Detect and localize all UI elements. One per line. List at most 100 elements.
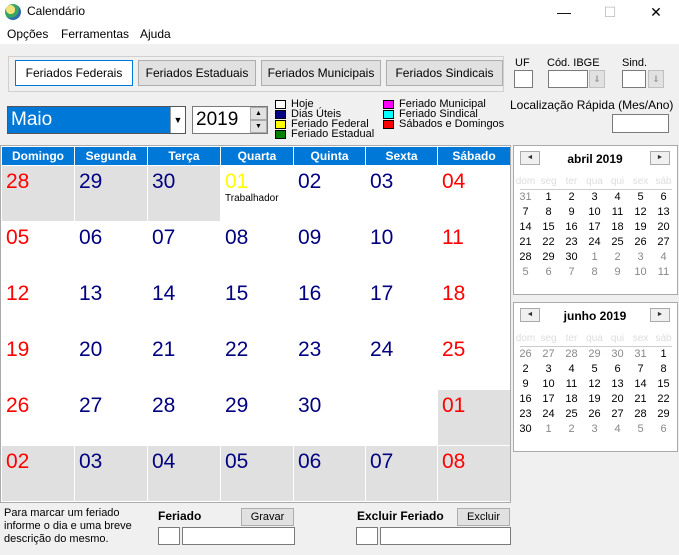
day-cell[interactable]: 05 [221,446,293,501]
mini-day[interactable]: 29 [652,408,675,420]
mini-day[interactable]: 3 [583,191,606,203]
mini-day[interactable]: 31 [514,191,537,203]
day-cell[interactable]: 03 [75,446,147,501]
day-cell[interactable]: 19 [2,334,74,389]
day-cell[interactable]: 16 [294,278,365,333]
mini-day[interactable]: 2 [514,363,537,375]
year-down-button[interactable]: ▼ [250,120,267,133]
day-cell[interactable]: 03 [366,166,437,221]
mini-day[interactable]: 2 [560,191,583,203]
mini-day[interactable]: 11 [560,378,583,390]
mini-day[interactable]: 29 [537,251,560,263]
mini-day[interactable]: 4 [606,191,629,203]
day-cell[interactable]: 25 [438,334,510,389]
mini-day[interactable]: 16 [514,393,537,405]
mini-prev-button[interactable]: ◄ [520,151,540,165]
ibge-lookup-button[interactable]: ⇓ [589,70,605,88]
day-cell[interactable]: 20 [75,334,147,389]
day-cell[interactable]: 14 [148,278,220,333]
mini-day[interactable]: 10 [537,378,560,390]
sind-field[interactable] [622,70,646,88]
ibge-field[interactable] [548,70,588,88]
mini-day[interactable]: 7 [514,206,537,218]
day-cell[interactable]: 04 [438,166,510,221]
day-cell[interactable]: 17 [366,278,437,333]
mini-day[interactable]: 14 [514,221,537,233]
mini-day[interactable]: 15 [652,378,675,390]
mini-day[interactable]: 20 [652,221,675,233]
mini-day[interactable]: 6 [652,423,675,435]
mini-day[interactable]: 16 [560,221,583,233]
mini-day[interactable]: 22 [537,236,560,248]
close-button[interactable]: ✕ [633,0,679,24]
mini-day[interactable]: 27 [652,236,675,248]
mini-day[interactable]: 17 [583,221,606,233]
mini-day[interactable]: 8 [537,206,560,218]
day-cell[interactable]: 22 [221,334,293,389]
mini-day[interactable]: 5 [514,266,537,278]
day-cell[interactable]: 29 [75,166,147,221]
mini-day[interactable]: 28 [629,408,652,420]
day-cell[interactable]: 01 [438,390,510,445]
month-select[interactable]: Maio [7,106,186,134]
mini-day[interactable]: 23 [514,408,537,420]
mini-day[interactable]: 1 [537,191,560,203]
mini-day[interactable]: 24 [583,236,606,248]
chevron-down-icon[interactable]: ▼ [170,107,185,133]
mini-day[interactable]: 18 [606,221,629,233]
mini-day[interactable]: 24 [537,408,560,420]
mini-day[interactable]: 29 [583,348,606,360]
day-cell[interactable]: 31 [366,390,437,445]
mini-day[interactable]: 3 [583,423,606,435]
mini-day[interactable]: 30 [514,423,537,435]
mini-day[interactable]: 2 [560,423,583,435]
day-cell[interactable]: 08 [221,222,293,277]
day-cell[interactable]: 18 [438,278,510,333]
mini-calendar-title[interactable]: junho 2019 [545,309,645,323]
mini-day[interactable]: 6 [606,363,629,375]
day-cell[interactable]: 27 [75,390,147,445]
tab-feriados-sindicais[interactable]: Feriados Sindicais [386,60,503,86]
mini-day[interactable]: 2 [606,251,629,263]
day-cell[interactable]: 30 [294,390,365,445]
gravar-button[interactable]: Gravar [241,508,294,526]
mini-day[interactable]: 9 [606,266,629,278]
mini-day[interactable]: 25 [560,408,583,420]
day-cell[interactable]: 02 [294,166,365,221]
mini-day[interactable]: 19 [583,393,606,405]
day-cell[interactable]: 07 [366,446,437,501]
day-cell[interactable]: 26 [2,390,74,445]
mini-day[interactable]: 9 [560,206,583,218]
mini-day[interactable]: 13 [606,378,629,390]
feriado-day-input[interactable] [158,527,180,545]
mini-day[interactable]: 8 [583,266,606,278]
mini-day[interactable]: 22 [652,393,675,405]
day-cell[interactable]: 24 [366,334,437,389]
mini-day[interactable]: 3 [537,363,560,375]
tab-feriados-federais[interactable]: Feriados Federais [15,60,133,86]
mini-day[interactable]: 30 [606,348,629,360]
mini-day[interactable]: 26 [629,236,652,248]
day-cell[interactable]: 05 [2,222,74,277]
excluir-description-input[interactable] [380,527,511,545]
day-cell[interactable]: 21 [148,334,220,389]
mini-day[interactable]: 30 [560,251,583,263]
mini-day[interactable]: 17 [537,393,560,405]
mini-day[interactable]: 8 [652,363,675,375]
mini-day[interactable]: 18 [560,393,583,405]
mini-day[interactable]: 31 [629,348,652,360]
mini-day[interactable]: 10 [583,206,606,218]
year-up-button[interactable]: ▲ [250,107,267,120]
mini-day[interactable]: 20 [606,393,629,405]
feriado-description-input[interactable] [182,527,295,545]
day-cell[interactable]: 12 [2,278,74,333]
mini-day[interactable]: 7 [629,363,652,375]
excluir-button[interactable]: Excluir [457,508,510,526]
day-cell[interactable]: 28 [148,390,220,445]
day-cell[interactable]: 13 [75,278,147,333]
mini-day[interactable]: 4 [652,251,675,263]
day-cell[interactable]: 10 [366,222,437,277]
menu-opcoes[interactable]: Opções [7,27,48,41]
mini-day[interactable]: 10 [629,266,652,278]
quick-search-input[interactable] [612,114,669,133]
